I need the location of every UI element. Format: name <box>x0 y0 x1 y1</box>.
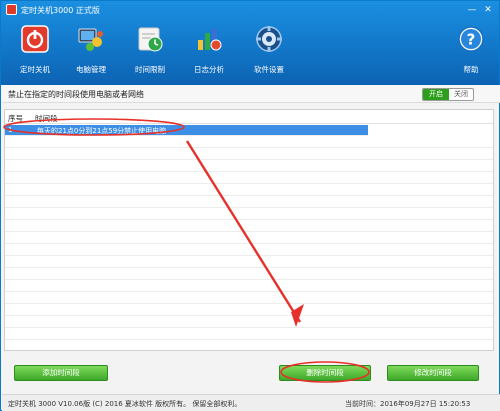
empty-row <box>5 137 493 148</box>
window-title: 定时关机3000 正式版 <box>21 6 100 15</box>
toolbar-computer-manage[interactable]: 电脑管理 <box>65 23 117 81</box>
empty-row <box>5 173 493 184</box>
empty-row <box>5 185 493 196</box>
row-period-text: 每天的21点0分到21点59分禁止使用电脑 <box>37 127 167 135</box>
table-row[interactable]: 1 每天的21点0分到21点59分禁止使用电脑 <box>5 125 368 136</box>
empty-row <box>5 197 493 208</box>
empty-row <box>5 233 493 244</box>
toolbar-shutdown[interactable]: 定时关机 <box>9 23 61 81</box>
empty-row <box>5 149 493 160</box>
toolbar-time-limit[interactable]: 时间限制 <box>124 23 176 81</box>
empty-row <box>5 269 493 280</box>
section-bar: 禁止在指定的时间段使用电脑或者网络 开启 关闭 <box>2 85 500 103</box>
app-icon <box>6 4 17 15</box>
modify-period-button[interactable]: 修改时间段 <box>387 365 479 381</box>
empty-row <box>5 293 493 304</box>
list-header: 序号 时间段 <box>5 110 493 124</box>
toolbar-settings[interactable]: 软件设置 <box>243 23 295 81</box>
empty-row <box>5 161 493 172</box>
column-header-period[interactable]: 时间段 <box>35 113 58 124</box>
empty-row <box>5 317 493 328</box>
empty-row <box>5 329 493 340</box>
toggle-on-option[interactable]: 开启 <box>423 89 449 100</box>
empty-row <box>5 305 493 316</box>
status-bar: 定时关机 3000 V10.06版 (C) 2016 夏冰软件 版权所有。 保留… <box>2 394 500 411</box>
empty-row <box>5 221 493 232</box>
toggle-off-option[interactable]: 关闭 <box>449 89 473 100</box>
add-period-button[interactable]: 添加时间段 <box>14 365 108 381</box>
clock-limit-icon <box>138 27 163 52</box>
toolbar-shutdown-label: 定时关机 <box>20 65 50 74</box>
enable-toggle[interactable]: 开启 关闭 <box>422 88 474 101</box>
toolbar-help-label: 帮助 <box>463 65 479 74</box>
header: 定时关机3000 正式版 — ✕ 定时关机 电脑管理 时间限制 日志分析 软件设… <box>1 1 499 85</box>
help-icon: ? <box>458 26 484 52</box>
toolbar-log-analysis-label: 日志分析 <box>194 65 224 74</box>
toolbar-computer-manage-label: 电脑管理 <box>76 65 106 74</box>
section-title: 禁止在指定的时间段使用电脑或者网络 <box>8 90 144 99</box>
toolbar-help[interactable]: ? 帮助 <box>445 23 497 81</box>
power-icon <box>21 25 49 53</box>
row-no: 1 <box>8 126 13 134</box>
chart-log-icon <box>198 29 222 51</box>
empty-row <box>5 209 493 220</box>
toolbar-log-analysis[interactable]: 日志分析 <box>183 23 235 81</box>
empty-row <box>5 245 493 256</box>
toolbar-settings-label: 软件设置 <box>254 65 284 74</box>
minimize-button[interactable]: — <box>466 4 478 16</box>
copyright-text: 定时关机 3000 V10.06版 (C) 2016 夏冰软件 版权所有。 保留… <box>8 400 242 408</box>
titlebar: 定时关机3000 正式版 — ✕ <box>1 1 499 19</box>
close-button[interactable]: ✕ <box>482 4 494 16</box>
empty-row <box>5 257 493 268</box>
delete-period-button[interactable]: 删除时间段 <box>279 365 371 381</box>
svg-text:?: ? <box>467 31 476 49</box>
main-window: 定时关机3000 正式版 — ✕ 定时关机 电脑管理 时间限制 日志分析 软件设… <box>0 0 500 411</box>
toolbar-time-limit-label: 时间限制 <box>135 65 165 74</box>
time-period-list[interactable]: 序号 时间段 1 每天的21点0分到21点59分禁止使用电脑 <box>4 109 494 351</box>
gear-icon <box>256 26 282 52</box>
current-time-text: 当前时间：2016年09月27日 15:20:53 <box>345 400 471 408</box>
column-header-no[interactable]: 序号 <box>8 113 23 124</box>
empty-row <box>5 281 493 292</box>
computer-manage-icon <box>78 28 103 51</box>
